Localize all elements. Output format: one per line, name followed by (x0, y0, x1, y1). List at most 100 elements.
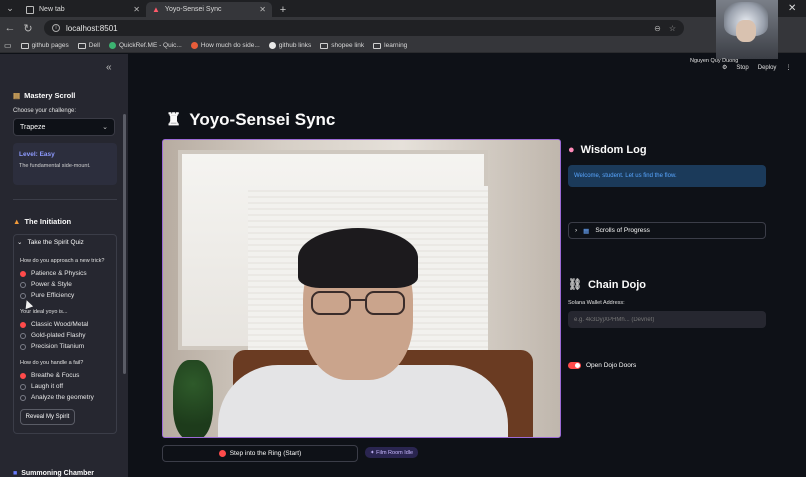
flame-icon: ▲ (13, 217, 21, 226)
question-label: Your ideal yoyo is... (20, 309, 68, 315)
bookmark-label: QuickRef.ME - Quic... (119, 42, 182, 49)
dojo-doors-toggle-row[interactable]: Open Dojo Doors (568, 362, 636, 369)
radio-label: Power & Style (31, 281, 72, 288)
bookmark-label: learning (384, 42, 408, 49)
bookmark-shopee[interactable]: shopee link (320, 42, 364, 49)
stop-button[interactable]: Stop (736, 65, 748, 71)
radio-icon (20, 343, 26, 350)
record-dot-icon (218, 450, 226, 457)
radio-label: Breathe & Focus (31, 372, 80, 379)
level-title: Level: Easy (19, 151, 55, 158)
radio-option[interactable]: Laugh it off (20, 383, 63, 390)
radio-option[interactable]: Patience & Physics (20, 270, 87, 277)
close-icon[interactable]: ✕ (259, 5, 266, 14)
level-card: Level: Easy The fundamental side-mount. (13, 143, 117, 185)
page-title-text: Yoyo-Sensei Sync (189, 110, 336, 129)
question-label: How do you approach a new trick? (20, 258, 105, 264)
address-bar-row: ← ↻ i localhost:8501 ⊖ ☆ (0, 17, 806, 39)
radio-option[interactable]: Analyze the geometry (20, 394, 94, 401)
webcam-video-feed[interactable] (162, 139, 561, 438)
radio-option[interactable]: Classic Wood/Metal (20, 321, 88, 328)
radio-selected-icon (20, 372, 26, 379)
streamlit-icon: ▲ (152, 4, 160, 14)
heading-text: Chain Dojo (587, 278, 647, 291)
toggle-switch[interactable] (568, 362, 581, 369)
radio-label: Gold-plated Flashy (31, 332, 86, 339)
page-title: ♜ Yoyo-Sensei Sync (166, 110, 335, 130)
avatar-face (736, 20, 756, 42)
quiz-expander-header[interactable]: ⌄ Take the Spirit Quiz (17, 238, 84, 247)
tab-new-tab[interactable]: New tab ✕ (20, 2, 146, 17)
radio-icon (20, 394, 26, 401)
bookmark-quickref[interactable]: QuickRef.ME - Quic... (109, 42, 182, 49)
bookmark-github-pages[interactable]: github pages (20, 42, 69, 49)
scroll-icon: ▤ (13, 91, 21, 100)
level-desc: The fundamental side-mount. (19, 163, 91, 169)
dojo-icon: ♜ (166, 110, 182, 129)
radio-label: Classic Wood/Metal (31, 321, 89, 328)
bookmark-label: github links (278, 42, 312, 49)
reveal-spirit-button[interactable]: Reveal My Spirit (20, 409, 75, 425)
challenge-select[interactable]: Trapeze ⌄ (13, 118, 115, 136)
chart-icon: ▦ (583, 227, 590, 235)
chevron-down-icon: ⌄ (102, 124, 108, 131)
heading-text: Summoning Chamber (21, 470, 94, 477)
brain-icon: ● (568, 144, 575, 156)
video-person-glasses (311, 291, 405, 315)
sidebar-scrollbar[interactable] (123, 114, 126, 374)
wisdom-log-heading: ● Wisdom Log (568, 144, 647, 156)
bookmark-how-much[interactable]: How much do side... (190, 42, 260, 49)
radio-icon (20, 383, 26, 390)
radio-icon (20, 292, 26, 299)
radio-icon (20, 332, 26, 339)
close-icon[interactable]: ✕ (133, 5, 140, 14)
tab-list-chevron-icon[interactable]: ⌄ (0, 0, 20, 17)
folder-icon (320, 42, 329, 49)
site-info-icon[interactable]: i (52, 24, 60, 32)
more-menu-icon[interactable]: ⋮ (785, 64, 791, 71)
radio-selected-icon (20, 321, 26, 328)
radio-option[interactable]: Gold-plated Flashy (20, 332, 86, 339)
scrolls-expander[interactable]: › ▦ Scrolls of Progress (568, 222, 766, 239)
new-tab-page-icon (26, 5, 34, 14)
radio-option[interactable]: Pure Efficiency (20, 292, 74, 299)
apps-icon[interactable]: ▭ (4, 41, 12, 50)
video-plant (173, 360, 213, 437)
tab-yoyo-sensei[interactable]: ▲ Yoyo-Sensei Sync ✕ (146, 2, 272, 17)
bookmark-label: How much do side... (200, 42, 260, 49)
collapse-sidebar-icon[interactable]: « (106, 62, 112, 73)
wallet-address-input[interactable] (568, 311, 766, 328)
site-icon (190, 42, 198, 49)
back-arrow-icon[interactable]: ← (4, 22, 16, 34)
tab-title: New tab (39, 6, 65, 13)
close-icon[interactable]: ✕ (788, 3, 796, 14)
chevron-right-icon: › (575, 227, 578, 234)
bookmark-learning[interactable]: learning (373, 42, 407, 49)
browser-tab-strip: ⌄ New tab ✕ ▲ Yoyo-Sensei Sync ✕ + (0, 0, 806, 17)
radio-option[interactable]: Power & Style (20, 281, 72, 288)
bookmark-dell[interactable]: Dell (77, 42, 100, 49)
film-room-status-badge: ✦ Film Room Idle (365, 447, 419, 458)
wallet-label: Solana Wallet Address: (568, 300, 625, 306)
chevron-down-icon: ⌄ (17, 239, 23, 246)
folder-icon (77, 42, 86, 49)
app-toolbar: ⚙ Stop Deploy ⋮ (722, 64, 791, 72)
bookmark-star-icon[interactable]: ☆ (669, 24, 676, 33)
initiation-heading: ▲ The Initiation (13, 217, 71, 226)
deploy-button[interactable]: Deploy (758, 65, 777, 71)
radio-option[interactable]: Precision Titanium (20, 343, 84, 350)
radio-option[interactable]: Breathe & Focus (20, 372, 79, 379)
bookmark-label: Dell (88, 42, 100, 49)
summoning-heading: ■ Summoning Chamber (13, 470, 94, 477)
bookmark-github-links[interactable]: github links (268, 42, 312, 49)
heading-text: The Initiation (24, 217, 72, 226)
new-tab-button[interactable]: + (276, 2, 290, 17)
url-omnibox[interactable]: i localhost:8501 ⊖ ☆ (44, 20, 684, 36)
bookmark-label: shopee link (331, 42, 365, 49)
webcam-overlay (716, 0, 778, 59)
radio-label: Patience & Physics (31, 270, 87, 277)
zoom-icon[interactable]: ⊖ (654, 24, 661, 33)
reload-icon[interactable]: ↻ (22, 22, 34, 35)
radio-selected-icon (20, 270, 26, 277)
start-ring-button[interactable]: Step into the Ring (Start) (162, 445, 358, 462)
